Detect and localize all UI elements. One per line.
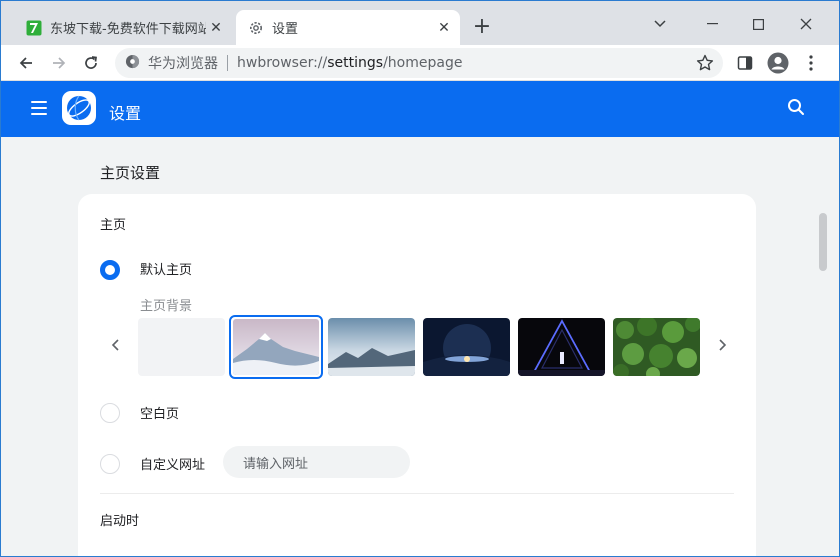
site-info-icon[interactable]: [125, 54, 140, 73]
minimize-button[interactable]: [689, 9, 735, 39]
chevron-left-icon[interactable]: [108, 337, 124, 353]
background-thumb-snow-mountain[interactable]: [229, 315, 323, 379]
homepage-label: 主页: [100, 218, 127, 233]
background-thumb-neon-triangle[interactable]: [518, 318, 605, 376]
browser-toolbar: 华为浏览器 hwbrowser://settings/homepage: [1, 45, 839, 81]
profile-avatar-icon[interactable]: [764, 49, 792, 77]
background-thumb-forest-aerial[interactable]: [613, 318, 700, 376]
bookmark-star-icon[interactable]: [693, 51, 717, 75]
browser-window: 东坡下载-免费软件下载网站-绿 ✕ 设置 ✕ +: [0, 0, 840, 557]
tab-title: 东坡下载-免费软件下载网站-绿: [50, 22, 206, 37]
custom-url-label[interactable]: 自定义网址: [140, 454, 205, 473]
section-title: 主页设置: [100, 164, 161, 182]
custom-url-radio[interactable]: [100, 454, 120, 474]
tab-dongpo[interactable]: 东坡下载-免费软件下载网站-绿 ✕: [18, 10, 232, 45]
settings-header: 设置: [1, 81, 839, 137]
tab-search-icon[interactable]: [637, 9, 683, 39]
menu-kebab-icon[interactable]: [797, 49, 825, 77]
blank-page-label[interactable]: 空白页: [140, 403, 179, 422]
scrollbar-thumb[interactable]: [819, 213, 827, 271]
side-panel-icon[interactable]: [731, 49, 759, 77]
homepage-settings-card: 主页 默认主页 主页背景 空白页 自定义网址 请输入网址 启动时: [78, 194, 756, 556]
tab-close-icon[interactable]: ✕: [434, 18, 454, 38]
reload-button[interactable]: [77, 49, 105, 77]
address-bar[interactable]: 华为浏览器 hwbrowser://settings/homepage: [115, 48, 723, 78]
startup-label: 启动时: [100, 514, 140, 529]
default-homepage-radio[interactable]: [100, 260, 120, 280]
back-button[interactable]: [12, 49, 40, 77]
browser-logo-icon: [62, 91, 96, 125]
new-tab-button[interactable]: +: [470, 14, 494, 39]
blank-page-radio[interactable]: [100, 403, 120, 423]
hamburger-menu-icon[interactable]: [31, 101, 47, 115]
omnibox-divider: [227, 55, 228, 71]
settings-content: 主页设置 主页 默认主页 主页背景 空白页 自定义网址 请输入网址 启动时: [1, 137, 839, 556]
background-label: 主页背景: [140, 299, 193, 314]
tab-settings[interactable]: 设置 ✕: [236, 10, 460, 45]
background-thumb-blank[interactable]: [138, 318, 225, 376]
tab-strip: 东坡下载-免费软件下载网站-绿 ✕ 设置 ✕ +: [1, 1, 839, 45]
divider: [100, 493, 734, 494]
tab-title: 设置: [272, 22, 299, 37]
tab-close-icon[interactable]: ✕: [206, 18, 226, 38]
chevron-right-icon[interactable]: [714, 337, 730, 353]
custom-url-input[interactable]: 请输入网址: [223, 446, 410, 478]
forward-button[interactable]: [45, 49, 73, 77]
page-title: 设置: [109, 104, 142, 123]
site-name: 华为浏览器: [148, 56, 218, 72]
search-icon[interactable]: [787, 98, 807, 118]
maximize-button[interactable]: [735, 9, 781, 39]
default-homepage-label[interactable]: 默认主页: [140, 259, 192, 278]
gear-icon: [248, 20, 264, 36]
dongpo-favicon-icon: [26, 20, 42, 36]
url-text: hwbrowser://settings/homepage: [237, 55, 463, 71]
close-window-button[interactable]: [783, 9, 829, 39]
background-thumb-mountain-birds[interactable]: [328, 318, 415, 376]
background-thumb-planet-space[interactable]: [423, 318, 510, 376]
